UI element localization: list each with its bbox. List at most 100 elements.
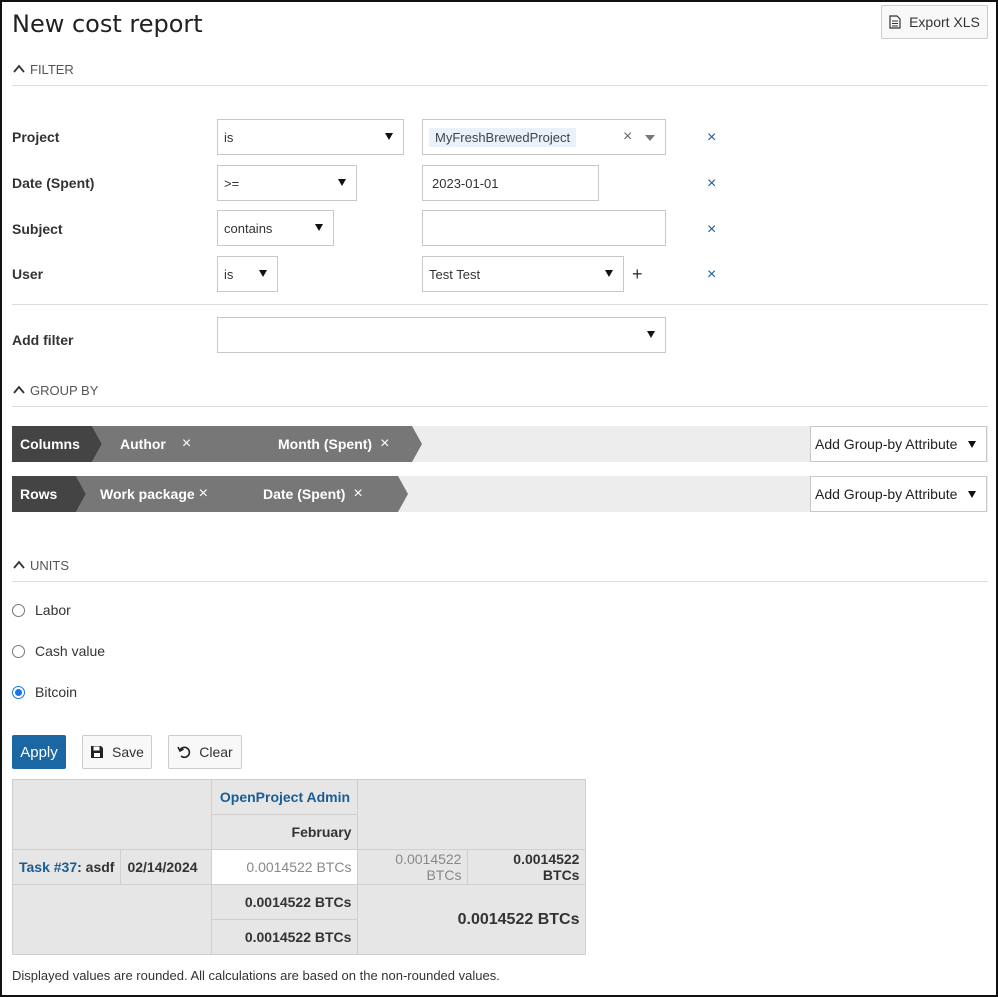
units-section-toggle[interactable]: UNITS (12, 558, 988, 582)
row-header-date: 02/14/2024 (120, 849, 213, 885)
remove-date-filter-icon[interactable]: × (707, 176, 716, 192)
group-by-heading: GROUP BY (30, 383, 99, 398)
units-heading: UNITS (30, 558, 69, 573)
unit-label: Bitcoin (35, 684, 78, 700)
apply-button[interactable]: Apply (12, 735, 66, 769)
add-group-by-rows-select[interactable]: Add Group-by Attribute (810, 476, 987, 512)
user-operator-value: is (224, 266, 234, 282)
columns-label: Columns (12, 426, 102, 462)
chevron-up-icon (13, 385, 25, 394)
remove-project-filter-icon[interactable]: × (707, 130, 716, 146)
remove-user-filter-icon[interactable]: × (707, 267, 716, 283)
dropdown-arrow-icon (968, 441, 976, 448)
project-operator-select[interactable]: is (217, 119, 404, 155)
rounding-footnote: Displayed values are rounded. All calcul… (12, 968, 500, 983)
filter-heading: FILTER (30, 62, 74, 77)
date-operator-value: >= (224, 175, 240, 191)
table-corner (11, 779, 213, 850)
subject-operator-select[interactable]: contains (217, 210, 334, 246)
grand-total: 0.0014522 BTCs (357, 884, 587, 955)
filter-section-toggle[interactable]: FILTER (12, 62, 988, 86)
subject-value-input[interactable] (422, 210, 666, 246)
group-chip-month-spent[interactable]: Month (Spent) × (250, 426, 422, 462)
user-value: Test Test (429, 266, 481, 282)
rows-label: Rows (12, 476, 86, 512)
user-value-select[interactable]: Test Test (422, 256, 624, 292)
row-header-work-package: Task #37: asdf (11, 849, 122, 885)
column-total: 0.0014522 BTCs (211, 919, 359, 955)
dropdown-arrow-icon (315, 224, 323, 231)
add-group-by-label: Add Group-by Attribute (815, 486, 958, 502)
group-by-columns-bar[interactable]: Columns Author × Month (Spent) × Add Gro… (12, 426, 988, 462)
remove-chip-icon[interactable]: × (199, 485, 208, 503)
subject-operator-value: contains (224, 220, 273, 236)
chip-label: Author (120, 436, 166, 452)
clear-label: Clear (199, 744, 233, 760)
add-group-by-columns-select[interactable]: Add Group-by Attribute (810, 426, 987, 462)
group-by-section-toggle[interactable]: GROUP BY (12, 383, 988, 407)
radio-button[interactable] (12, 603, 25, 617)
group-chip-date-spent[interactable]: Date (Spent) × (238, 476, 408, 512)
chevron-up-icon (13, 64, 25, 73)
radio-button-selected[interactable] (12, 685, 25, 699)
project-tag: MyFreshBrewedProject (429, 127, 577, 147)
clear-selection-icon[interactable]: × (623, 128, 632, 146)
undo-icon (177, 746, 191, 759)
remove-subject-filter-icon[interactable]: × (707, 222, 716, 238)
table-row: Task #37: asdf 02/14/2024 0.0014522 BTCs… (11, 849, 587, 885)
column-header-month: February (211, 814, 359, 850)
export-xls-label: Export XLS (909, 14, 980, 30)
dropdown-arrow-icon (968, 491, 976, 498)
dropdown-arrow-icon (645, 135, 655, 141)
unit-label: Cash value (35, 643, 106, 659)
remove-chip-icon[interactable]: × (353, 485, 362, 503)
rows-label-text: Rows (20, 486, 58, 502)
remove-chip-icon[interactable]: × (380, 435, 389, 453)
group-chip-author[interactable]: Author × (92, 426, 270, 462)
dropdown-arrow-icon (605, 270, 613, 277)
save-label: Save (112, 744, 144, 760)
date-value-input[interactable]: 2023-01-01 (422, 165, 599, 201)
chevron-up-icon (13, 560, 25, 569)
date-operator-select[interactable]: >= (217, 165, 357, 201)
filter-label-project: Project (12, 129, 60, 145)
group-chip-work-package[interactable]: Work package × (76, 476, 254, 512)
dropdown-arrow-icon (647, 331, 655, 338)
clear-button[interactable]: Clear (168, 735, 242, 769)
remove-chip-icon[interactable]: × (182, 435, 191, 453)
export-xls-button[interactable]: Export XLS (881, 5, 988, 39)
project-value-select[interactable]: MyFreshBrewedProject × (422, 119, 666, 155)
unit-label: Labor (35, 602, 71, 618)
save-button[interactable]: Save (82, 735, 152, 769)
radio-button[interactable] (12, 644, 25, 658)
cost-report-table: OpenProject Admin February Task #37: asd… (11, 779, 587, 955)
chip-label: Work package (100, 486, 195, 502)
project-operator-value: is (224, 129, 234, 145)
unit-option-bitcoin[interactable]: Bitcoin (12, 684, 77, 700)
document-icon (889, 15, 901, 29)
author-link[interactable]: OpenProject Admin (220, 789, 350, 805)
row-total: 0.0014522 BTCs (467, 849, 587, 885)
add-filter-label: Add filter (12, 332, 74, 348)
chip-label: Month (Spent) (278, 436, 373, 452)
add-user-plus-icon[interactable]: + (632, 264, 643, 285)
column-header-total (357, 779, 587, 850)
filter-label-user: User (12, 266, 44, 282)
add-filter-select[interactable] (217, 317, 666, 353)
unit-option-cash-value[interactable]: Cash value (12, 643, 105, 659)
dropdown-arrow-icon (338, 179, 346, 186)
group-by-rows-bar[interactable]: Rows Work package × Date (Spent) × Add G… (12, 476, 988, 512)
totals-corner (11, 884, 213, 955)
task-link[interactable]: Task #37 (19, 859, 77, 875)
page-title: New cost report (12, 10, 203, 38)
columns-label-text: Columns (20, 436, 80, 452)
row-subtotal: 0.0014522 BTCs (357, 849, 469, 885)
filter-divider (12, 304, 988, 305)
user-operator-select[interactable]: is (217, 256, 278, 292)
unit-option-labor[interactable]: Labor (12, 602, 71, 618)
table-cell-value: 0.0014522 BTCs (211, 849, 359, 885)
date-value: 2023-01-01 (432, 175, 499, 191)
chip-label: Date (Spent) (263, 486, 346, 502)
filter-label-subject: Subject (12, 221, 63, 237)
floppy-disk-icon (91, 746, 104, 758)
